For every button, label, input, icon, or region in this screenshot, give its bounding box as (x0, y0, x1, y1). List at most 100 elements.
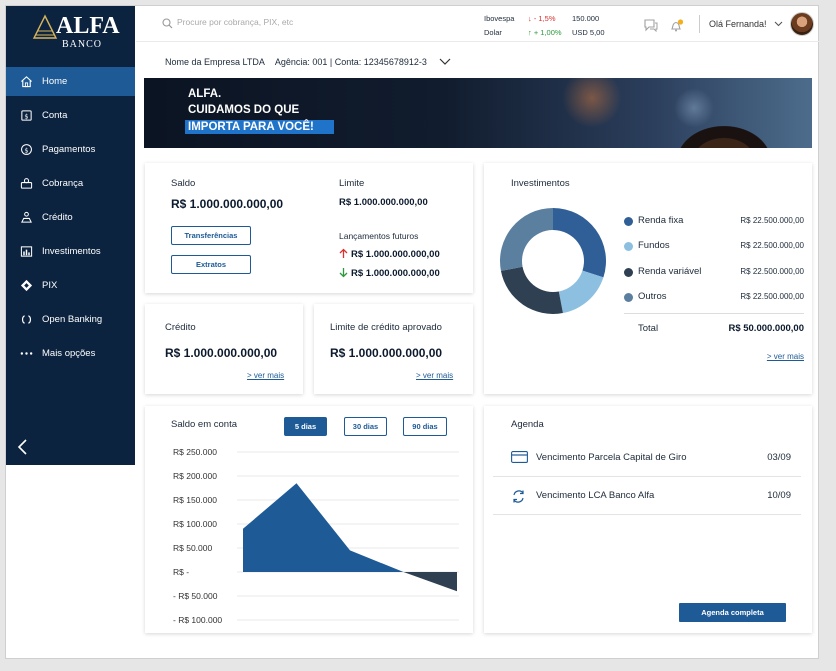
y-tick-label: R$ 100.000 (173, 519, 217, 529)
legend-dot (624, 242, 633, 252)
investimentos-card: Investimentos Renda fixa R$ 22.500.000,00… (484, 163, 812, 394)
sidebar-item-pagamentos[interactable]: $ Pagamentos (6, 135, 135, 164)
sidebar-item-label: Investimentos (42, 246, 101, 257)
account-icon: $ (21, 110, 32, 121)
sidebar-item-cobranca[interactable]: Cobrança (6, 169, 135, 198)
sidebar-item-label: Conta (42, 110, 68, 121)
company-chevron-down-icon[interactable] (439, 58, 451, 66)
agenda-item-date: 03/09 (767, 452, 791, 463)
legend-label: Renda fixa (638, 215, 684, 226)
svg-text:$: $ (24, 112, 28, 120)
sidebar-item-conta[interactable]: $ Conta (6, 101, 135, 130)
dolar-change: ↑ + 1,00% (528, 28, 562, 37)
donut-slice-renda-fixa (553, 208, 606, 278)
donut-slice-outros (500, 208, 553, 271)
limite-aprovado-value: R$ 1.000.000.000,00 (330, 346, 443, 360)
y-tick-label: - R$ 50.000 (173, 591, 218, 601)
saldo-em-conta-card: Saldo em conta 5 dias 30 dias 90 dias R$… (145, 406, 473, 633)
saldo-label: Saldo (171, 178, 196, 189)
tab-30-dias[interactable]: 30 dias (344, 417, 387, 436)
avatar[interactable] (790, 12, 814, 36)
billing-icon (20, 178, 33, 189)
area-positive (243, 483, 404, 572)
promo-banner[interactable]: ALFA. CUIDAMOS DO QUE IMPORTA PARA VOCÊ! (144, 78, 812, 148)
legend-label: Outros (638, 290, 667, 302)
limite-value: R$ 1.000.000.000,00 (339, 197, 428, 208)
legend-item: Outros R$ 22.500.000,00 (624, 290, 804, 304)
credito-ver-mais-link[interactable]: > ver mais (247, 371, 284, 380)
top-bar: Ibovespa ↓ - 1,5% 150.000 Dolar ↑ + 1,00… (136, 6, 820, 42)
ibovespa-label: Ibovespa (484, 14, 515, 23)
total-label: Total (638, 323, 659, 334)
investimentos-donut-chart (500, 208, 606, 314)
collapse-sidebar-icon[interactable] (16, 438, 30, 456)
legend-dot (624, 267, 633, 277)
account-info: Agência: 001 | Conta: 12345678912-3 (274, 57, 427, 67)
sidebar-item-label: Home (42, 76, 68, 87)
sidebar-item-label: Open Banking (42, 314, 103, 325)
limite-label: Limite (339, 178, 365, 189)
user-greeting[interactable]: Olá Fernanda! (709, 19, 767, 29)
y-tick-label: R$ 250.000 (173, 447, 217, 457)
future-label: Lançamentos futuros (339, 231, 419, 241)
chevron-down-icon[interactable] (774, 21, 783, 27)
credito-value: R$ 1.000.000.000,00 (165, 346, 278, 360)
search-icon (162, 18, 173, 29)
sidebar-item-open-banking[interactable]: Open Banking (6, 305, 135, 334)
limite-aprovado-ver-mais-link[interactable]: > ver mais (416, 371, 453, 380)
ibovespa-value: 150.000 (572, 14, 600, 23)
agenda-completa-button[interactable]: Agenda completa (679, 603, 786, 622)
transfer-button[interactable]: Transferências (171, 226, 251, 245)
app-window: ALFA BANCO Home $ Conta $ Pagamentos Cob… (5, 5, 820, 659)
logo-wordmark: ALFA (56, 13, 120, 39)
y-tick-label: R$ 50.000 (173, 543, 212, 553)
more-dots-icon (20, 352, 33, 355)
limite-aprovado-card: Limite de crédito aprovado R$ 1.000.000.… (314, 304, 473, 394)
legend-value: R$ 22.500.000,00 (740, 216, 804, 225)
legend-item: Renda fixa R$ 22.500.000,00 (624, 214, 804, 228)
ibovespa-change: ↓ - 1,5% (528, 14, 556, 23)
limite-aprovado-label: Limite de crédito aprovado (330, 322, 442, 333)
sidebar-item-credito[interactable]: Crédito (6, 203, 135, 232)
credito-card: Crédito R$ 1.000.000.000,00 > ver mais (145, 304, 303, 394)
sidebar-item-mais-opcoes[interactable]: Mais opções (6, 339, 135, 368)
home-icon (21, 76, 32, 88)
extract-button[interactable]: Extratos (171, 255, 251, 274)
saldo-area-chart: R$ 250.000 R$ 200.000 R$ 150.000 R$ 100.000… (173, 447, 459, 625)
tab-5-dias[interactable]: 5 dias (284, 417, 327, 436)
legend-dot (624, 292, 633, 302)
sidebar-nav: Home $ Conta $ Pagamentos Cobrança Crédi… (6, 67, 135, 373)
banner-light-decor (562, 78, 622, 128)
agenda-item[interactable]: Vencimento Parcela Capital de Giro 03/09 (493, 439, 801, 477)
y-tick-label: R$ 200.000 (173, 471, 217, 481)
legend-value: R$ 22.500.000,00 (740, 266, 804, 276)
agenda-item-date: 10/09 (767, 490, 791, 501)
exchange-icon (513, 490, 524, 503)
sidebar-item-pix[interactable]: PIX (6, 271, 135, 300)
pix-icon (20, 279, 33, 292)
sidebar-item-label: PIX (42, 280, 58, 291)
sidebar-item-home[interactable]: Home (6, 67, 135, 96)
search-input[interactable] (177, 17, 377, 27)
legend-value: R$ 22.500.000,00 (740, 291, 804, 301)
sidebar-item-investimentos[interactable]: Investimentos (6, 237, 135, 266)
sidebar-item-label: Crédito (42, 212, 73, 223)
dolar-value: USD 5,00 (572, 28, 605, 37)
logo[interactable]: ALFA BANCO (6, 6, 135, 61)
dolar-label: Dolar (484, 28, 502, 37)
credito-label: Crédito (165, 322, 196, 333)
svg-text:$: $ (24, 146, 28, 154)
y-tick-label: R$ 150.000 (173, 495, 217, 505)
total-value: R$ 50.000.000,00 (728, 323, 804, 334)
investimentos-ver-mais-link[interactable]: > ver mais (767, 352, 804, 361)
chat-icon[interactable] (643, 18, 658, 32)
banner-line-3: IMPORTA PARA VOCÊ! (185, 120, 334, 134)
notification-bell-icon[interactable] (669, 18, 684, 33)
topbar-divider (699, 15, 700, 33)
donut-slice-renda-variável (500, 266, 563, 314)
tab-90-dias[interactable]: 90 dias (403, 417, 447, 436)
company-selector[interactable]: Nome da Empresa LTDA Agência: 001 | Cont… (165, 57, 427, 67)
agenda-item[interactable]: Vencimento LCA Banco Alfa 10/09 (493, 477, 801, 515)
credit-icon (21, 211, 32, 223)
saldo-card: Saldo R$ 1.000.000.000,00 Transferências… (145, 163, 473, 293)
